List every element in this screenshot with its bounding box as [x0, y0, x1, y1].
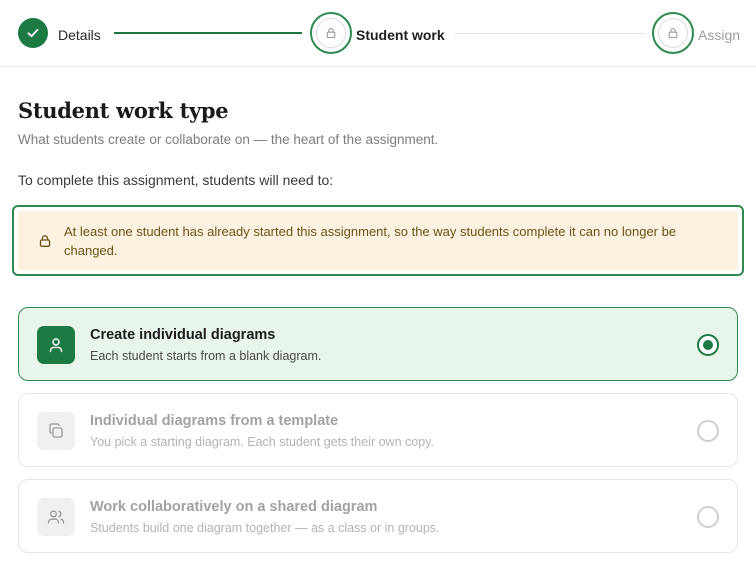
stepper: Details Student work Assign [0, 0, 756, 67]
option-title: Individual diagrams from a template [90, 413, 339, 429]
page-title: Student work type [18, 98, 229, 123]
option-individual-from-template[interactable]: Individual diagrams from a template You … [18, 393, 738, 467]
option-title: Work collaboratively on a shared diagram [90, 499, 378, 515]
check-icon [27, 28, 39, 38]
step-details-label[interactable]: Details [58, 27, 101, 43]
locked-notice-box: At least one student has already started… [18, 211, 738, 270]
option-icon-container [37, 412, 75, 450]
step-student-work-indicator[interactable] [310, 12, 352, 54]
person-icon [49, 338, 63, 353]
step-assign-indicator[interactable] [652, 12, 694, 54]
locked-notice: At least one student has already started… [12, 205, 744, 276]
option-radio-unselected[interactable] [697, 506, 719, 528]
option-work-collaboratively[interactable]: Work collaboratively on a shared diagram… [18, 479, 738, 553]
people-icon [47, 510, 65, 524]
step-student-work-label[interactable]: Student work [356, 27, 445, 43]
option-title: Create individual diagrams [90, 327, 276, 343]
step-connector-complete [114, 32, 302, 34]
option-icon-container [37, 326, 75, 364]
option-create-individual-diagrams[interactable]: Create individual diagrams Each student … [18, 307, 738, 381]
option-description: You pick a starting diagram. Each studen… [90, 435, 434, 449]
lock-icon [38, 234, 52, 248]
copy-icon [49, 423, 63, 438]
radio-dot [703, 340, 713, 350]
instruction-text: To complete this assignment, students wi… [18, 172, 334, 188]
step-assign-label[interactable]: Assign [698, 27, 740, 43]
option-icon-container [37, 498, 75, 536]
option-description: Students build one diagram together — as… [90, 521, 440, 535]
option-radio-selected[interactable] [697, 334, 719, 356]
locked-notice-text: At least one student has already started… [64, 223, 677, 258]
option-description: Each student starts from a blank diagram… [90, 349, 322, 363]
step-connector-upcoming [455, 33, 645, 34]
lock-icon [668, 28, 678, 39]
lock-icon [326, 28, 336, 39]
step-details-indicator[interactable] [18, 18, 48, 48]
option-radio-unselected[interactable] [697, 420, 719, 442]
page-subtitle: What students create or collaborate on —… [18, 132, 439, 147]
